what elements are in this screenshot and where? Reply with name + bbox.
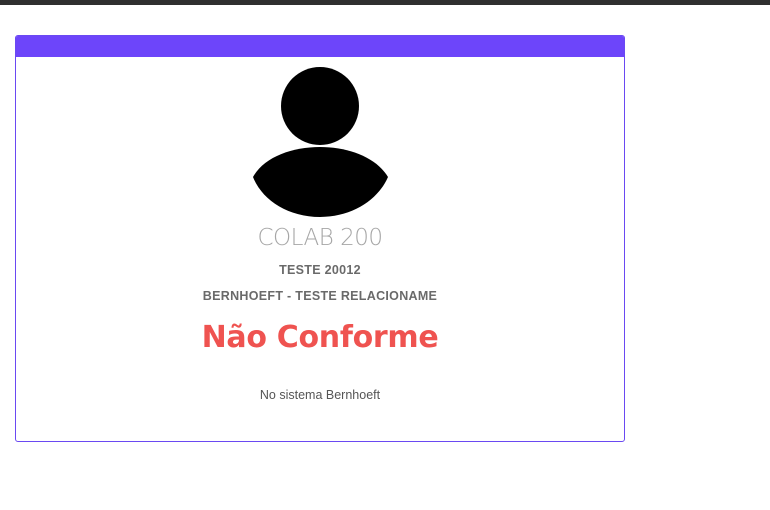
collaborator-name: COLAB 200: [257, 225, 383, 251]
collaborator-subtitle: TESTE 20012: [279, 263, 361, 277]
status-label: Não Conforme: [201, 320, 439, 355]
profile-card: COLAB 200 TESTE 20012 BERNHOEFT - TESTE …: [15, 35, 625, 442]
top-bar: [0, 0, 770, 5]
card-header: [16, 36, 624, 57]
company-name: BERNHOEFT - TESTE RELACIONAME: [202, 289, 438, 303]
user-silhouette-icon: [253, 67, 388, 217]
status-note: No sistema Bernhoeft: [259, 388, 381, 402]
